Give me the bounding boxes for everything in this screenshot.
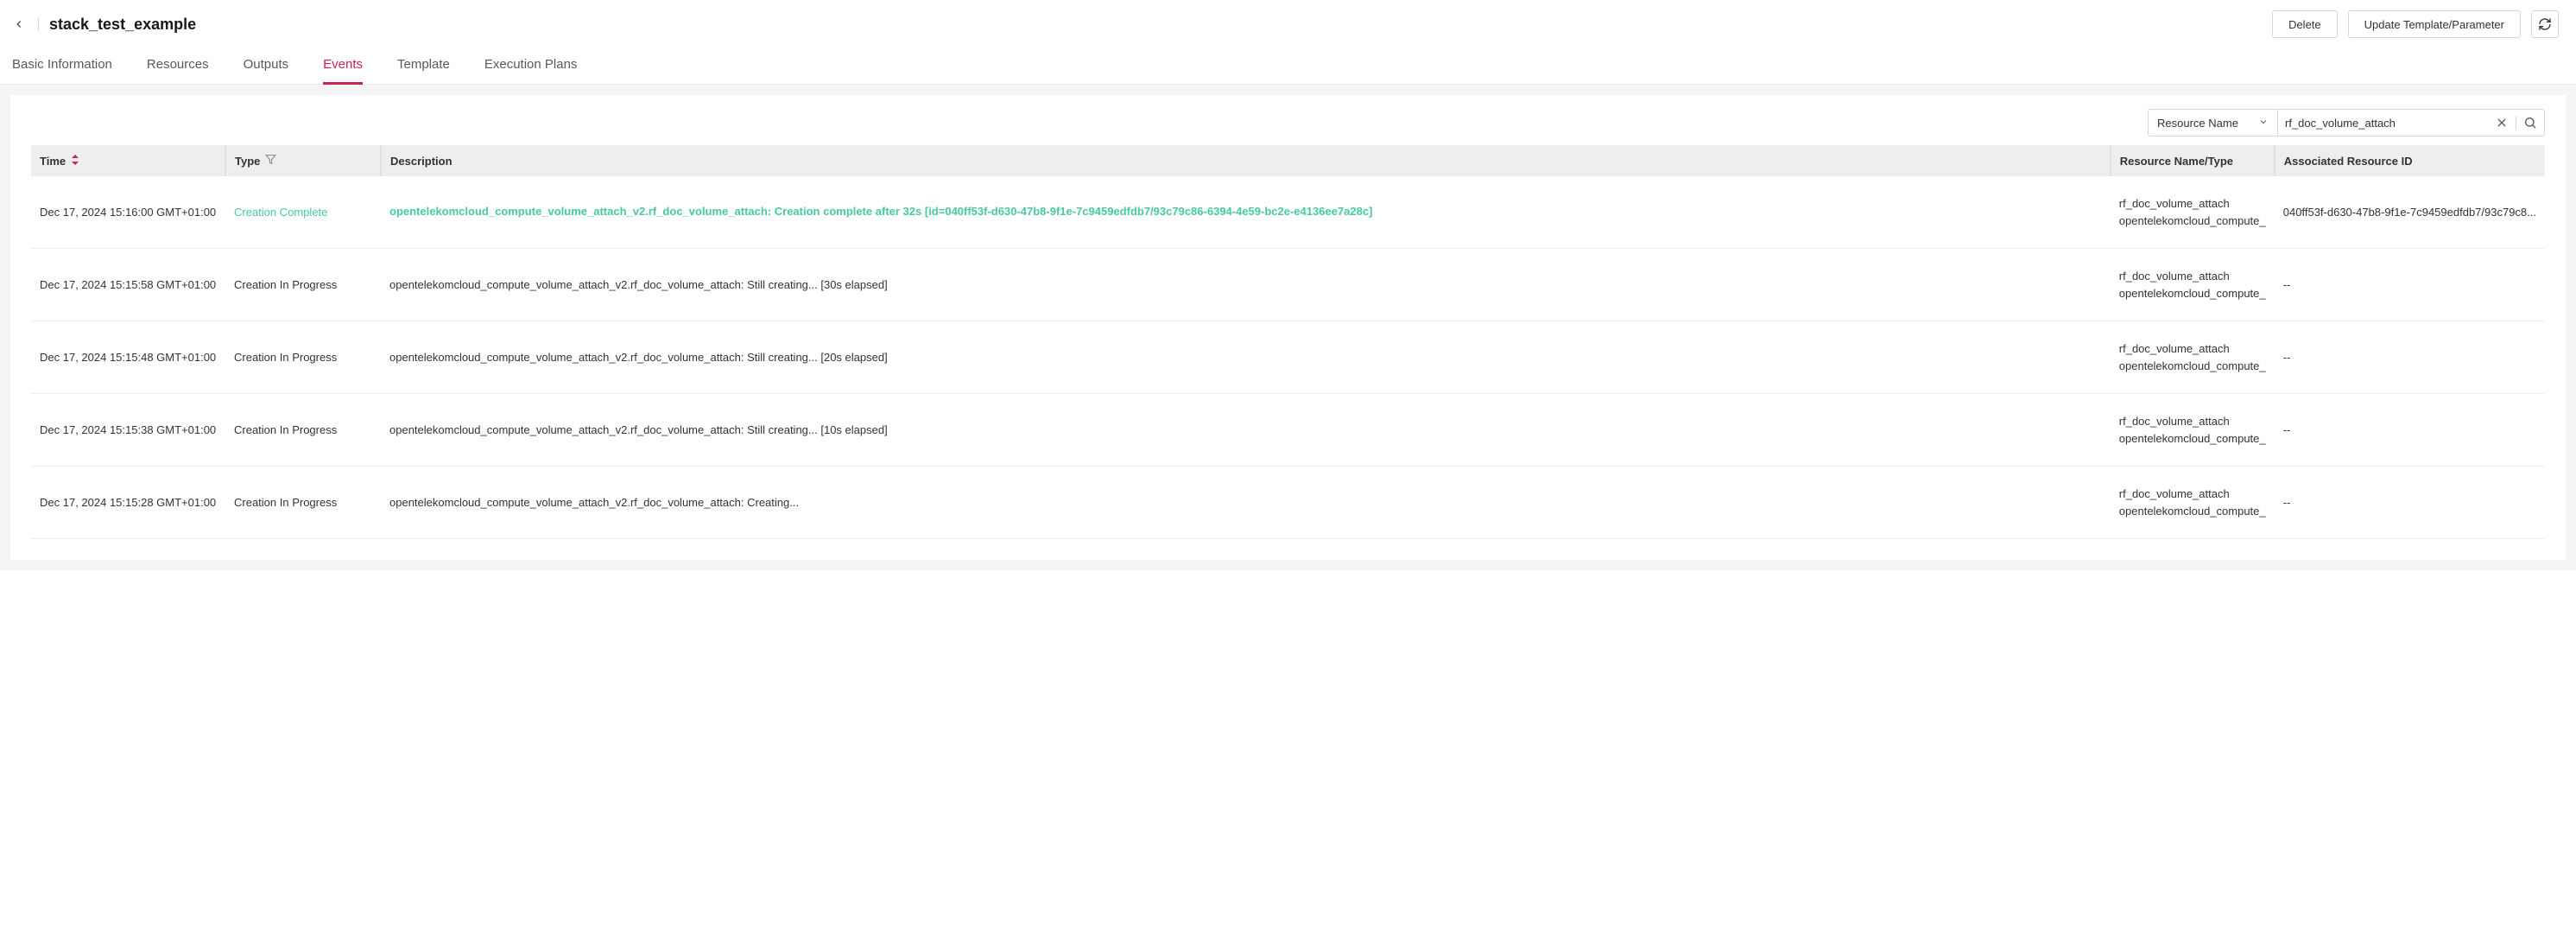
header-left: stack_test_example (10, 16, 196, 34)
tab-outputs[interactable]: Outputs (244, 52, 289, 85)
column-header-description: Description (381, 145, 2111, 176)
search-input[interactable] (2285, 117, 2495, 130)
cell-type: Creation In Progress (225, 249, 381, 321)
cell-type: Creation In Progress (225, 394, 381, 467)
back-button[interactable] (10, 16, 28, 33)
clear-icon[interactable] (2495, 116, 2509, 130)
tab-template[interactable]: Template (397, 52, 450, 85)
cell-time: Dec 17, 2024 15:15:48 GMT+01:00 (31, 321, 225, 394)
cell-resource: rf_doc_volume_attachopentelekomcloud_com… (2111, 321, 2275, 394)
cell-resource: rf_doc_volume_attachopentelekomcloud_com… (2111, 394, 2275, 467)
column-header-time[interactable]: Time (31, 145, 225, 176)
cell-description: opentelekomcloud_compute_volume_attach_v… (381, 176, 2111, 249)
divider (38, 17, 39, 31)
tab-events[interactable]: Events (323, 52, 363, 85)
cell-associated-id: 040ff53f-d630-47b8-9f1e-7c9459edfdb7/93c… (2275, 176, 2545, 249)
cell-resource: rf_doc_volume_attachopentelekomcloud_com… (2111, 249, 2275, 321)
cell-type: Creation Complete (225, 176, 381, 249)
column-header-resource: Resource Name/Type (2111, 145, 2275, 176)
cell-associated-id: -- (2275, 249, 2545, 321)
cell-associated-id: -- (2275, 321, 2545, 394)
cell-associated-id: -- (2275, 467, 2545, 539)
table-row: Dec 17, 2024 15:15:38 GMT+01:00Creation … (31, 394, 2545, 467)
content-area: Resource Name (0, 85, 2576, 570)
cell-time: Dec 17, 2024 15:15:58 GMT+01:00 (31, 249, 225, 321)
cell-description: opentelekomcloud_compute_volume_attach_v… (381, 249, 2111, 321)
search-icon[interactable] (2523, 116, 2537, 130)
cell-description: opentelekomcloud_compute_volume_attach_v… (381, 467, 2111, 539)
cell-resource: rf_doc_volume_attachopentelekomcloud_com… (2111, 467, 2275, 539)
table-row: Dec 17, 2024 15:15:28 GMT+01:00Creation … (31, 467, 2545, 539)
filter-bar: Resource Name (31, 109, 2545, 137)
column-header-associated: Associated Resource ID (2275, 145, 2545, 176)
cell-type: Creation In Progress (225, 467, 381, 539)
cell-description: opentelekomcloud_compute_volume_attach_v… (381, 394, 2111, 467)
table-row: Dec 17, 2024 15:15:58 GMT+01:00Creation … (31, 249, 2545, 321)
cell-type: Creation In Progress (225, 321, 381, 394)
cell-associated-id: -- (2275, 394, 2545, 467)
events-panel: Resource Name (10, 95, 2566, 560)
tab-bar: Basic Information Resources Outputs Even… (0, 47, 2576, 85)
events-table: Time Type (31, 145, 2545, 539)
header-actions: Delete Update Template/Parameter (2272, 10, 2559, 38)
refresh-button[interactable] (2531, 10, 2559, 38)
page-title: stack_test_example (49, 16, 196, 34)
tab-execution-plans[interactable]: Execution Plans (484, 52, 578, 85)
chevron-down-icon (2258, 117, 2269, 130)
cell-time: Dec 17, 2024 15:16:00 GMT+01:00 (31, 176, 225, 249)
filter-icon (265, 154, 276, 168)
table-row: Dec 17, 2024 15:15:48 GMT+01:00Creation … (31, 321, 2545, 394)
cell-time: Dec 17, 2024 15:15:28 GMT+01:00 (31, 467, 225, 539)
update-template-button[interactable]: Update Template/Parameter (2348, 10, 2521, 38)
cell-time: Dec 17, 2024 15:15:38 GMT+01:00 (31, 394, 225, 467)
filter-field-label: Resource Name (2157, 117, 2238, 130)
cell-description: opentelekomcloud_compute_volume_attach_v… (381, 321, 2111, 394)
column-header-type[interactable]: Type (225, 145, 381, 176)
search-box (2277, 109, 2545, 137)
table-row: Dec 17, 2024 15:16:00 GMT+01:00Creation … (31, 176, 2545, 249)
tab-resources[interactable]: Resources (147, 52, 209, 85)
filter-field-select[interactable]: Resource Name (2148, 109, 2277, 137)
sort-icon (71, 155, 79, 168)
delete-button[interactable]: Delete (2272, 10, 2338, 38)
tab-basic-information[interactable]: Basic Information (12, 52, 112, 85)
cell-resource: rf_doc_volume_attachopentelekomcloud_com… (2111, 176, 2275, 249)
page-header: stack_test_example Delete Update Templat… (0, 0, 2576, 47)
